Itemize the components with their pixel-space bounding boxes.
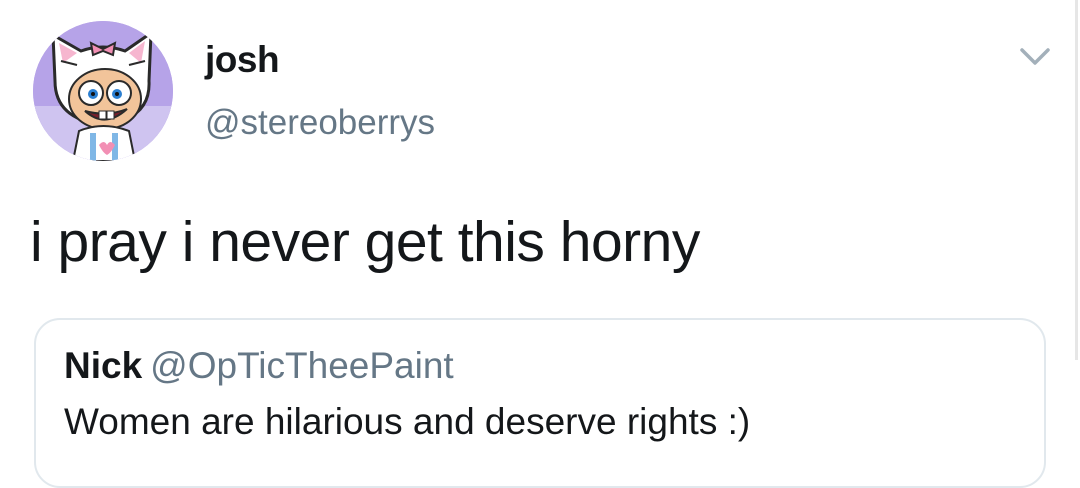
quoted-author-display-name: Nick bbox=[64, 345, 143, 386]
quoted-author-handle: @OpTicTheePaint bbox=[150, 345, 454, 386]
quoted-tweet[interactable]: Nick @OpTicTheePaint Women are hilarious … bbox=[34, 318, 1046, 488]
tweet-card: josh @stereoberrys i pray i never get th… bbox=[0, 0, 1080, 488]
chevron-down-icon[interactable] bbox=[1016, 44, 1054, 70]
quoted-tweet-header: Nick @OpTicTheePaint bbox=[64, 344, 454, 388]
author-display-name[interactable]: josh bbox=[205, 38, 280, 82]
divider bbox=[1075, 0, 1078, 360]
avatar-cartoon-image bbox=[33, 21, 173, 161]
tweet-text: i pray i never get this horny bbox=[30, 210, 700, 274]
quoted-tweet-text: Women are hilarious and deserve rights :… bbox=[64, 401, 751, 442]
author-handle[interactable]: @stereoberrys bbox=[205, 103, 435, 143]
avatar[interactable] bbox=[33, 21, 173, 161]
